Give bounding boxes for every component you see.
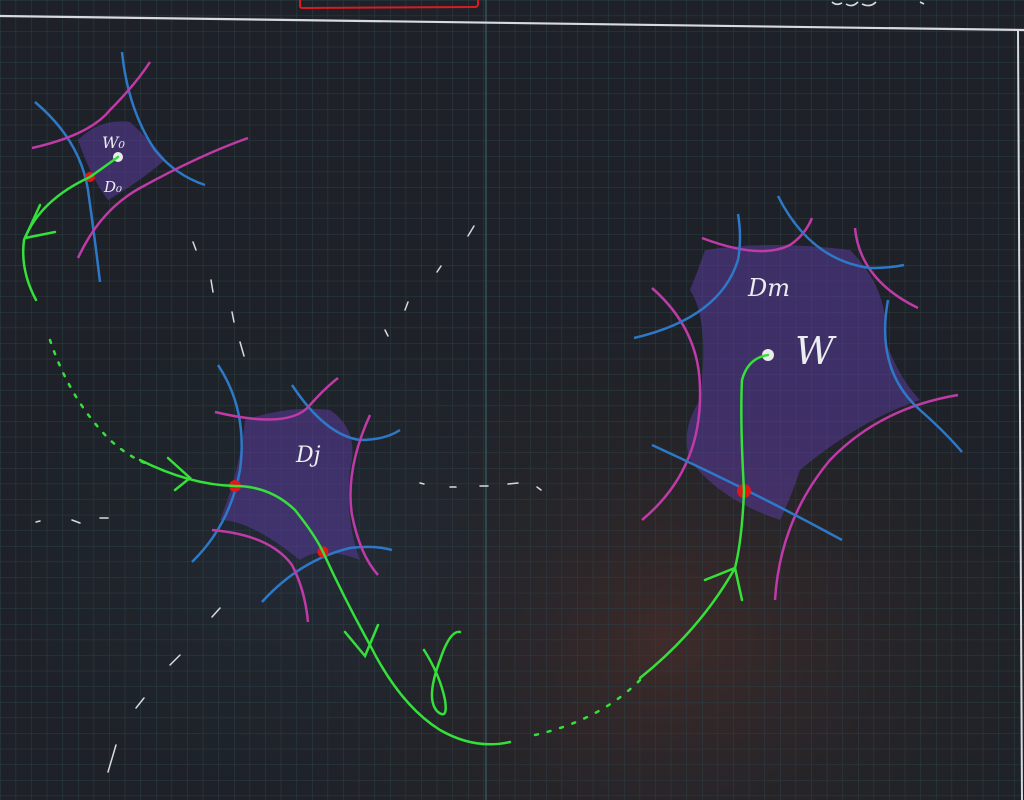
label-w: W <box>795 329 837 373</box>
label-dm: Dm <box>747 274 790 302</box>
label-d0: D₀ <box>103 178 122 196</box>
whiteboard-canvas: W₀ D₀ Dj Dm W γ <box>0 0 1024 800</box>
label-w0: W₀ <box>102 133 125 152</box>
label-dj: Dj <box>295 443 321 468</box>
